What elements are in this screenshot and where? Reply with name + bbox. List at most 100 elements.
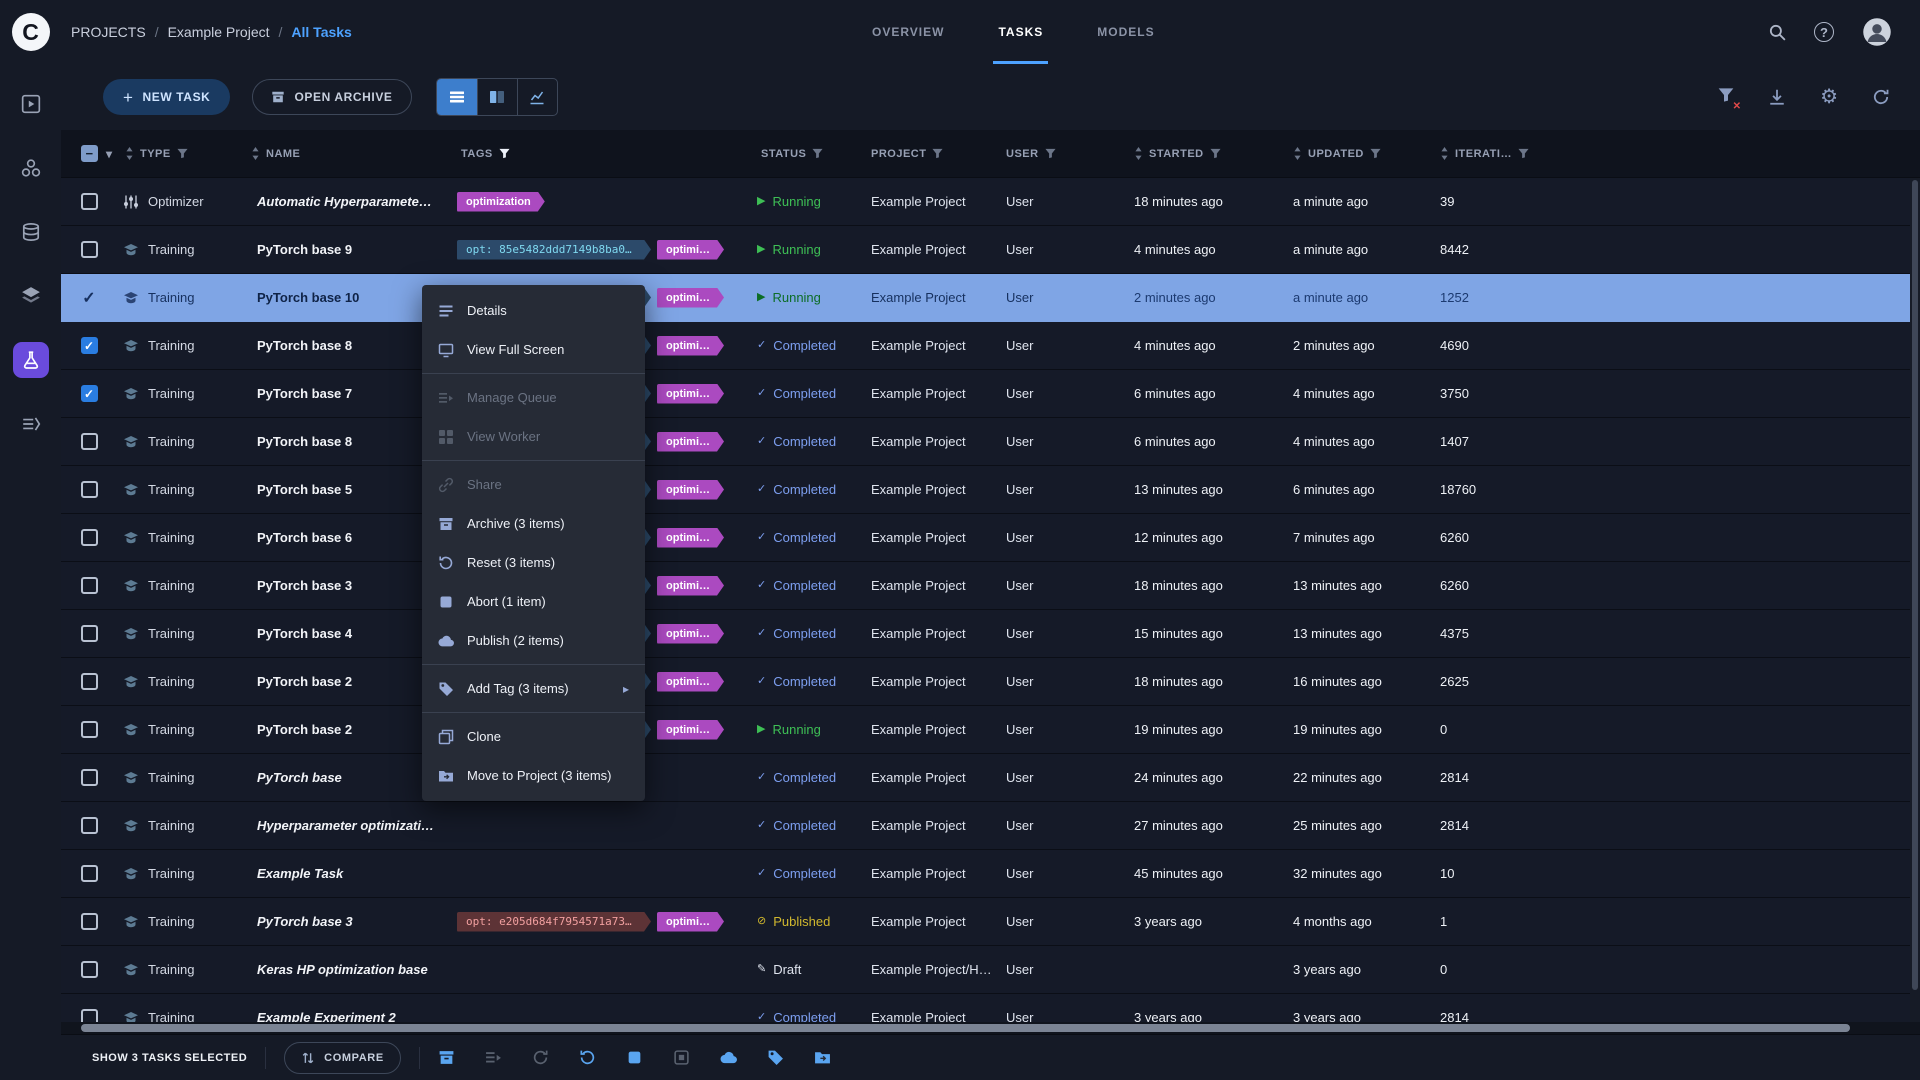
clear-filters-icon[interactable]: ✕ xyxy=(1718,87,1734,108)
filter-funnel-icon[interactable] xyxy=(1518,148,1529,159)
vertical-scrollbar-thumb[interactable] xyxy=(1912,180,1918,990)
menu-item-clone[interactable]: Clone xyxy=(422,717,645,756)
task-tag[interactable]: optimi… xyxy=(657,384,724,404)
sort-icon[interactable] xyxy=(1293,147,1302,160)
row-checkbox[interactable] xyxy=(81,961,98,978)
sort-icon[interactable] xyxy=(251,147,260,160)
task-tag[interactable]: optimi… xyxy=(657,336,724,356)
auto-refresh-icon[interactable] xyxy=(1872,88,1890,106)
row-select-cell[interactable] xyxy=(61,865,117,882)
row-checkbox-checked[interactable]: ✓ xyxy=(81,385,98,402)
table-row[interactable]: Training PyTorch base 6 optimi… ✓ Comple… xyxy=(61,514,1920,562)
column-header-project[interactable]: PROJECT xyxy=(863,148,998,160)
task-tag[interactable]: optimi… xyxy=(657,624,724,644)
column-header-updated[interactable]: UPDATED xyxy=(1285,147,1432,160)
compare-button[interactable]: COMPARE xyxy=(284,1042,401,1074)
menu-item-publish-2-items[interactable]: Publish (2 items) xyxy=(422,621,645,660)
row-select-cell[interactable] xyxy=(61,1009,117,1022)
row-checkbox[interactable] xyxy=(81,433,98,450)
row-select-cell[interactable]: ✓ xyxy=(61,288,117,308)
task-tag[interactable]: optimi… xyxy=(657,432,724,452)
sidebar-item-projects[interactable] xyxy=(13,150,49,186)
task-name[interactable]: Example Experiment 2 xyxy=(243,1010,453,1022)
breadcrumb-projects[interactable]: PROJECTS xyxy=(71,24,146,40)
selected-count-label[interactable]: SHOW 3 TASKS SELECTED xyxy=(92,1052,247,1064)
table-row[interactable]: Training PyTorch base 3 optimi… ✓ Comple… xyxy=(61,562,1920,610)
sort-icon[interactable] xyxy=(1134,147,1143,160)
task-name[interactable]: PyTorch base 3 xyxy=(243,914,453,929)
menu-item-move-to-project-3-items[interactable]: Move to Project (3 items) xyxy=(422,756,645,795)
task-tag[interactable]: optimi… xyxy=(657,480,724,500)
filter-funnel-icon[interactable] xyxy=(812,148,823,159)
task-tag[interactable]: optimization xyxy=(457,192,545,212)
row-select-cell[interactable] xyxy=(61,193,117,210)
add-tag-action-icon[interactable] xyxy=(767,1049,784,1066)
table-row[interactable]: Training PyTorch base 2 optimi… ✓ Comple… xyxy=(61,658,1920,706)
chart-view-button[interactable] xyxy=(517,79,557,115)
new-task-button[interactable]: + NEW TASK xyxy=(103,79,230,115)
select-all-checkbox[interactable]: − ▾ xyxy=(61,145,117,162)
row-select-cell[interactable]: ✓ xyxy=(61,385,117,402)
avatar[interactable] xyxy=(1862,17,1892,47)
column-header-name[interactable]: NAME xyxy=(243,147,453,160)
abort-action-icon[interactable] xyxy=(626,1049,643,1066)
row-checkbox[interactable] xyxy=(81,721,98,738)
column-header-started[interactable]: STARTED xyxy=(1126,147,1285,160)
split-view-button[interactable] xyxy=(477,79,517,115)
row-checkbox[interactable] xyxy=(81,241,98,258)
tab-models[interactable]: MODELS xyxy=(1070,0,1181,64)
filter-funnel-icon[interactable] xyxy=(1045,148,1056,159)
filter-funnel-icon[interactable] xyxy=(177,148,188,159)
table-row[interactable]: Training PyTorch base 2 optimi… ▶ Runnin… xyxy=(61,706,1920,754)
sort-icon[interactable] xyxy=(1440,147,1449,160)
menu-item-add-tag-3-items[interactable]: Add Tag (3 items) ▸ xyxy=(422,669,645,708)
horizontal-scrollbar-thumb[interactable] xyxy=(81,1024,1850,1032)
menu-item-manage-queue[interactable]: Manage Queue xyxy=(422,378,645,417)
filter-funnel-icon[interactable] xyxy=(1210,148,1221,159)
publish-action-icon[interactable] xyxy=(720,1049,737,1066)
table-row[interactable]: Training Hyperparameter optimizati… ✓ Co… xyxy=(61,802,1920,850)
vertical-scrollbar[interactable] xyxy=(1910,178,1920,1022)
table-row[interactable]: Training PyTorch base 3 opt: e205d684f79… xyxy=(61,898,1920,946)
row-select-cell[interactable] xyxy=(61,673,117,690)
breadcrumb-current[interactable]: All Tasks xyxy=(291,24,351,40)
sidebar-item-workers-queues[interactable] xyxy=(13,406,49,442)
retry-action-icon[interactable] xyxy=(532,1049,549,1066)
sidebar-item-experiments[interactable] xyxy=(13,342,49,378)
column-header-user[interactable]: USER xyxy=(998,148,1126,160)
row-select-cell[interactable] xyxy=(61,433,117,450)
column-header-type[interactable]: TYPE xyxy=(117,147,243,160)
sidebar-item-pipelines[interactable] xyxy=(13,278,49,314)
table-row[interactable]: Training Example Task ✓ Completed Exampl… xyxy=(61,850,1920,898)
download-icon[interactable] xyxy=(1768,88,1786,106)
task-name[interactable]: Example Task xyxy=(243,866,453,881)
enqueue-action-icon[interactable] xyxy=(485,1049,502,1066)
table-row[interactable]: Training Keras HP optimization base ✎ Dr… xyxy=(61,946,1920,994)
row-select-cell[interactable] xyxy=(61,721,117,738)
row-checkbox[interactable] xyxy=(81,625,98,642)
row-checkbox[interactable] xyxy=(81,817,98,834)
menu-item-view-full-screen[interactable]: View Full Screen xyxy=(422,330,645,369)
menu-item-details[interactable]: Details xyxy=(422,291,645,330)
row-checkbox[interactable] xyxy=(81,193,98,210)
task-tag[interactable]: optimi… xyxy=(657,288,724,308)
settings-gear-icon[interactable]: ⚙ xyxy=(1820,87,1838,107)
tab-overview[interactable]: OVERVIEW xyxy=(845,0,971,64)
row-checkbox[interactable] xyxy=(81,529,98,546)
search-icon[interactable] xyxy=(1768,23,1786,41)
sidebar-item-datasets[interactable] xyxy=(13,214,49,250)
menu-item-abort-1-item[interactable]: Abort (1 item) xyxy=(422,582,645,621)
column-header-tags[interactable]: TAGS xyxy=(453,148,753,160)
menu-item-reset-3-items[interactable]: Reset (3 items) xyxy=(422,543,645,582)
task-name[interactable]: PyTorch base 9 xyxy=(243,242,453,257)
row-select-cell[interactable] xyxy=(61,529,117,546)
row-select-cell[interactable] xyxy=(61,817,117,834)
task-name[interactable]: Hyperparameter optimizati… xyxy=(243,818,453,833)
task-tag[interactable]: opt: e205d684f7954571a7309… xyxy=(457,912,651,932)
move-to-project-action-icon[interactable] xyxy=(814,1049,831,1066)
table-row[interactable]: ✓ Training PyTorch base 10 optimi… ▶ Run… xyxy=(61,274,1920,322)
row-select-cell[interactable] xyxy=(61,769,117,786)
select-dropdown-caret-icon[interactable]: ▾ xyxy=(106,147,113,161)
task-tag[interactable]: optimi… xyxy=(657,528,724,548)
table-row[interactable]: ✓ Training PyTorch base 7 optimi… ✓ Comp… xyxy=(61,370,1920,418)
